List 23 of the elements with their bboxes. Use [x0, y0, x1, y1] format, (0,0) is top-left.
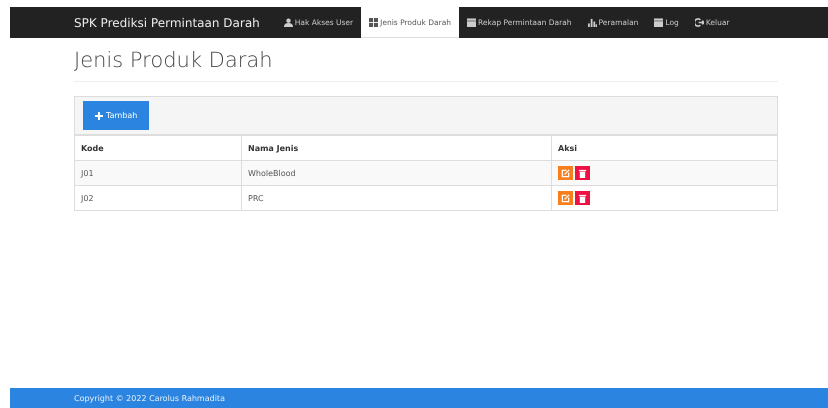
trash-icon — [578, 194, 587, 202]
table-cell: PRC — [242, 186, 552, 210]
add-button[interactable]: Tambah — [83, 101, 150, 130]
edit-button[interactable] — [558, 166, 573, 180]
user-icon — [284, 18, 293, 27]
calendar-icon — [467, 18, 476, 27]
copyright-text: Copyright © 2022 Carolus Rahmadita — [74, 394, 225, 402]
edit-icon — [561, 194, 570, 202]
delete-button[interactable] — [575, 191, 590, 205]
brand-title[interactable]: SPK Prediksi Permintaan Darah — [74, 7, 260, 38]
edit-button[interactable] — [558, 191, 573, 205]
logout-icon — [694, 18, 704, 27]
grid-icon — [369, 18, 378, 26]
table-cell: WholeBlood — [242, 160, 552, 186]
bar-chart-icon — [588, 18, 597, 27]
table-cell: J02 — [75, 186, 242, 210]
trash-icon — [578, 168, 587, 178]
calendar-icon — [654, 18, 664, 27]
plus-icon — [95, 112, 103, 120]
edit-icon — [561, 168, 570, 178]
delete-button[interactable] — [575, 166, 590, 180]
table-cell: J01 — [75, 160, 242, 186]
page-title: Jenis Produk Darah — [74, 46, 778, 82]
